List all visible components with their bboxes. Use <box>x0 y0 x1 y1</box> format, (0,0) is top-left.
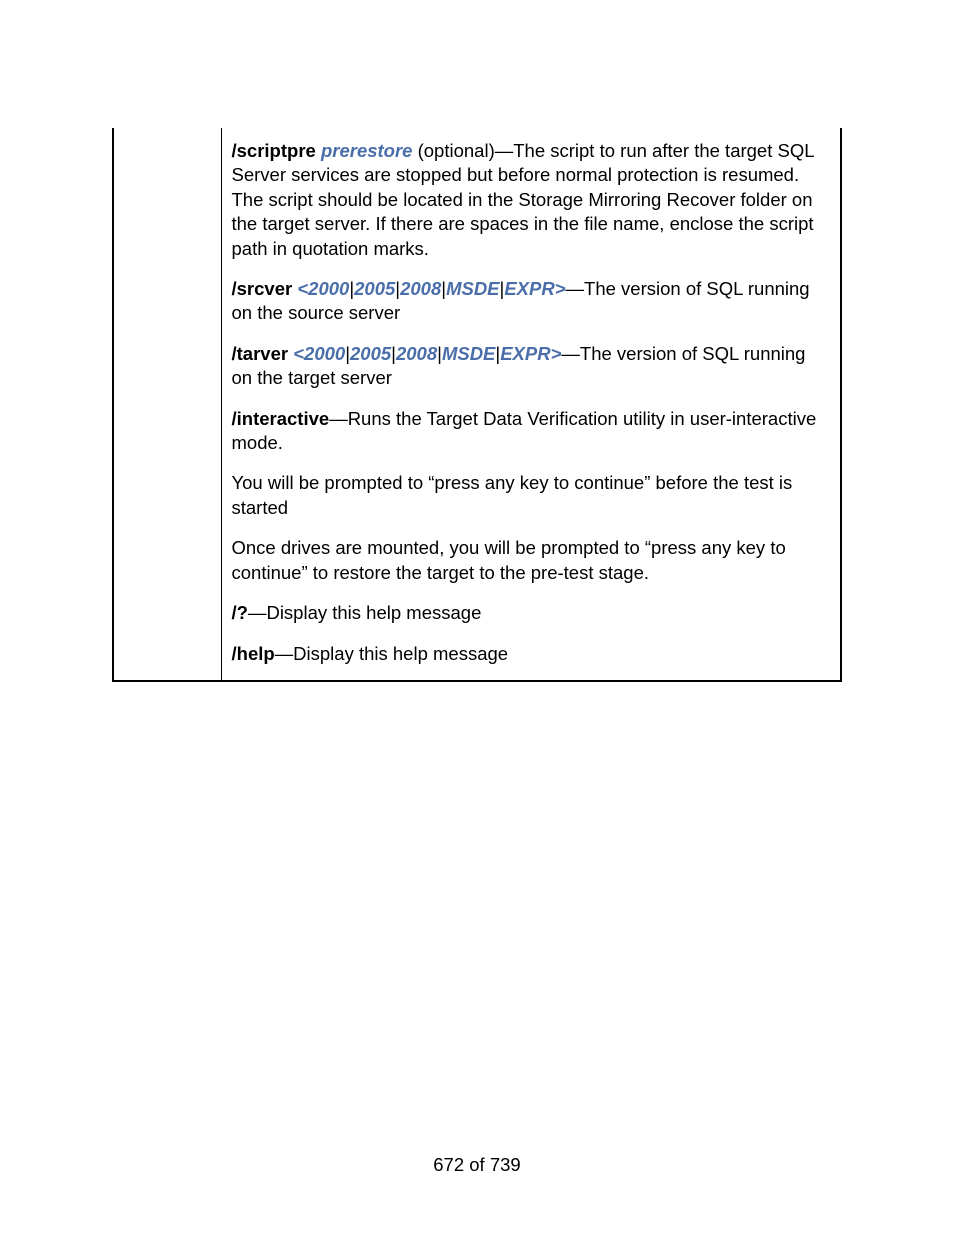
param-tarver: /tarver <2000|2005|2008|MSDE|EXPR>—The v… <box>232 342 832 391</box>
opt-close: > <box>551 343 562 364</box>
opt: MSDE <box>446 278 499 299</box>
param-key: /? <box>232 602 248 623</box>
page-content: /scriptpre prerestore (optional)—The scr… <box>112 128 842 682</box>
param-key: /srcver <box>232 278 298 299</box>
opt: 2000 <box>308 278 349 299</box>
param-key: /help <box>232 643 275 664</box>
table-left-cell <box>113 128 221 681</box>
param-key: /tarver <box>232 343 294 364</box>
options-table: /scriptpre prerestore (optional)—The scr… <box>112 128 842 682</box>
note-text: You will be prompted to “press any key t… <box>232 471 832 520</box>
param-desc: —Display this help message <box>248 602 481 623</box>
param-key: /interactive <box>232 408 330 429</box>
param-arg: prerestore <box>316 140 413 161</box>
opt: 2000 <box>304 343 345 364</box>
opt-open: < <box>297 278 308 299</box>
table-right-cell: /scriptpre prerestore (optional)—The scr… <box>221 128 841 681</box>
note-text: Once drives are mounted, you will be pro… <box>232 536 832 585</box>
param-key: /scriptpre <box>232 140 316 161</box>
opt: 2005 <box>350 343 391 364</box>
opt: 2005 <box>354 278 395 299</box>
opt: EXPR <box>504 278 554 299</box>
param-srcver: /srcver <2000|2005|2008|MSDE|EXPR>—The v… <box>232 277 832 326</box>
param-help: /help—Display this help message <box>232 642 832 666</box>
page-footer: 672 of 739 <box>0 1154 954 1176</box>
opt-close: > <box>555 278 566 299</box>
opt: EXPR <box>500 343 550 364</box>
opt: MSDE <box>442 343 495 364</box>
opt-open: < <box>293 343 304 364</box>
opt: 2008 <box>400 278 441 299</box>
param-interactive: /interactive—Runs the Target Data Verifi… <box>232 407 832 456</box>
param-question: /?—Display this help message <box>232 601 832 625</box>
param-scriptpre: /scriptpre prerestore (optional)—The scr… <box>232 139 832 261</box>
param-desc: —Display this help message <box>275 643 508 664</box>
opt: 2008 <box>396 343 437 364</box>
